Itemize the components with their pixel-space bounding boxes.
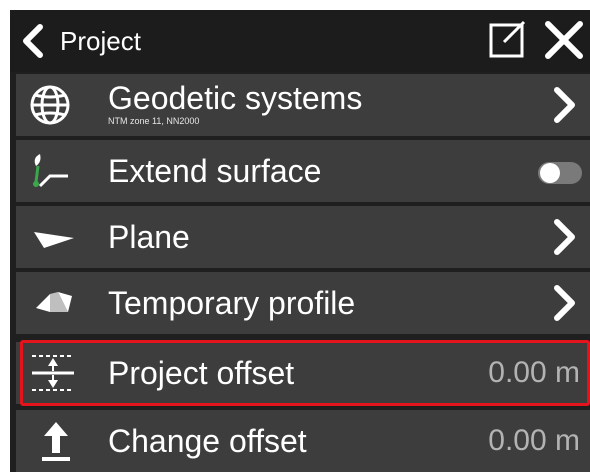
chevron-left-icon <box>23 24 43 58</box>
temporary-profile-icon <box>36 292 72 312</box>
close-icon <box>545 21 583 59</box>
globe-icon <box>30 85 70 125</box>
project-panel: Project Geodetic systems NTM zone 11, NN… <box>10 10 590 472</box>
change-offset-value: 0.00 m <box>488 424 580 457</box>
chevron-right-icon <box>554 87 575 123</box>
plane-icon <box>34 232 74 248</box>
external-window-icon <box>489 20 526 58</box>
row-label: Geodetic systems <box>108 80 363 116</box>
toggle-knob <box>540 163 560 183</box>
header-bar: Project <box>10 10 590 72</box>
plane-row[interactable]: Plane <box>16 206 590 268</box>
back-button[interactable] <box>16 24 50 58</box>
temporary-profile-row[interactable]: Temporary profile <box>16 272 590 334</box>
project-offset-icon <box>32 355 74 391</box>
chevron-right-icon <box>554 219 575 255</box>
row-label: Extend surface <box>108 153 322 189</box>
project-offset-value: 0.00 m <box>488 356 580 389</box>
row-label: Change offset <box>108 423 307 459</box>
change-offset-row[interactable]: Change offset 0.00 m <box>16 410 590 472</box>
extend-surface-row[interactable]: Extend surface <box>16 140 590 202</box>
change-offset-icon <box>42 422 70 461</box>
page-title: Project <box>60 26 141 56</box>
row-label: Project offset <box>108 355 295 391</box>
row-label: Temporary profile <box>108 285 356 321</box>
chevron-right-icon <box>554 285 575 321</box>
extend-surface-toggle[interactable] <box>538 162 582 184</box>
row-label: Plane <box>108 219 190 255</box>
geodetic-systems-row[interactable]: Geodetic systems NTM zone 11, NN2000 <box>16 74 590 136</box>
project-offset-row[interactable]: Project offset 0.00 m <box>16 342 590 404</box>
close-button[interactable] <box>542 20 586 60</box>
popout-button[interactable] <box>488 20 528 60</box>
row-sublabel: NTM zone 11, NN2000 <box>108 116 200 126</box>
extend-surface-icon <box>33 154 68 188</box>
